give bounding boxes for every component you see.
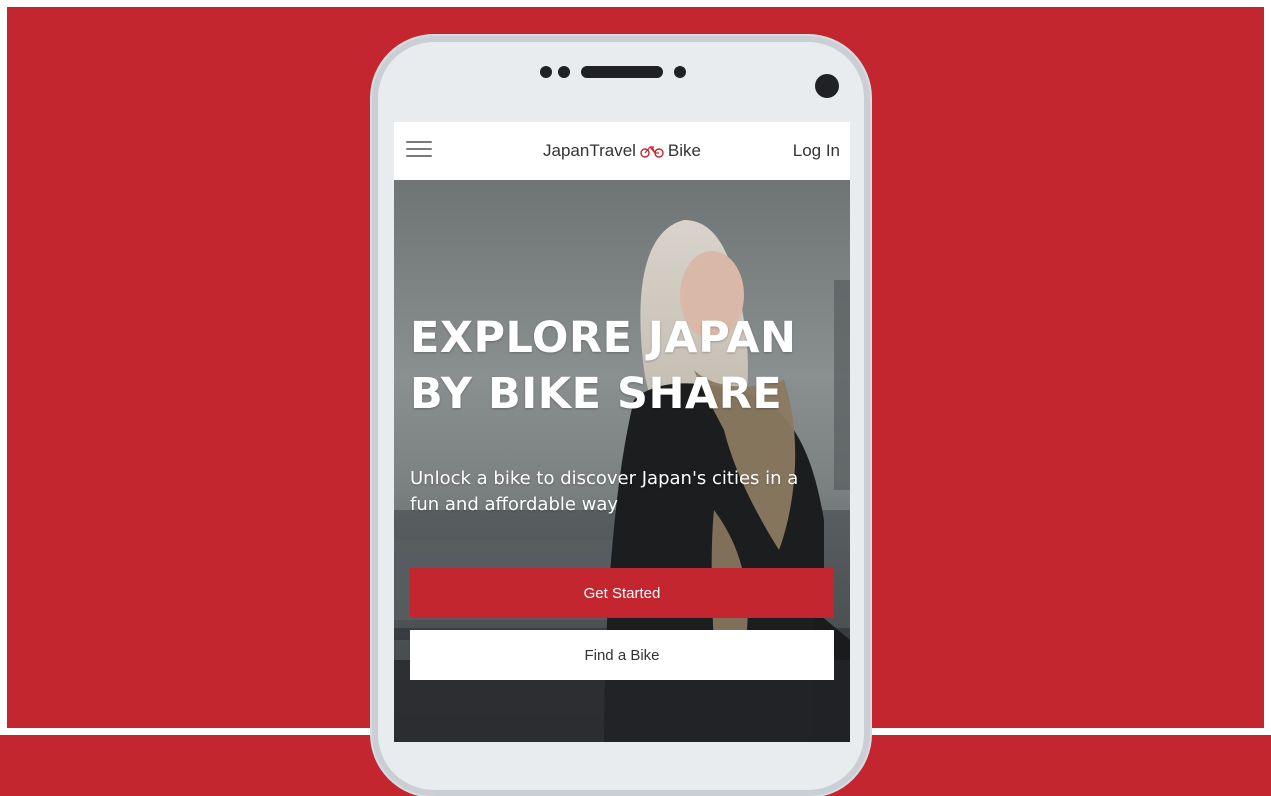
phone-screen: JapanTravel Bike Log In EXPLORE JAPAN BY… — [394, 122, 850, 742]
phone-sensor-dot — [540, 66, 552, 78]
headline-line-1: EXPLORE JAPAN — [410, 313, 797, 363]
phone-top-bezel — [372, 36, 870, 122]
phone-sensor-dot — [558, 66, 570, 78]
log-in-link[interactable]: Log In — [793, 122, 840, 180]
hero-text: EXPLORE JAPAN BY BIKE SHARE Unlock a bik… — [410, 310, 830, 518]
phone-speaker — [581, 66, 663, 78]
logo-text-bike: Bike — [667, 141, 701, 160]
phone-device: JapanTravel Bike Log In EXPLORE JAPAN BY… — [372, 36, 870, 796]
top-navigation-bar: JapanTravel Bike Log In — [394, 122, 850, 181]
phone-sensor-dot — [674, 66, 686, 78]
bicycle-icon — [640, 146, 664, 158]
find-a-bike-button[interactable]: Find a Bike — [410, 630, 834, 680]
app-logo[interactable]: JapanTravel Bike — [543, 141, 701, 161]
headline-line-2: BY BIKE SHARE — [410, 369, 783, 419]
hero-headline: EXPLORE JAPAN BY BIKE SHARE — [410, 310, 830, 422]
hero-subheadline: Unlock a bike to discover Japan's cities… — [410, 468, 799, 515]
logo-text-japantravel: JapanTravel — [543, 141, 636, 160]
get-started-button[interactable]: Get Started — [410, 568, 834, 618]
hamburger-menu-icon[interactable] — [406, 141, 432, 161]
front-camera — [815, 74, 839, 98]
hero-section: EXPLORE JAPAN BY BIKE SHARE Unlock a bik… — [394, 180, 850, 742]
